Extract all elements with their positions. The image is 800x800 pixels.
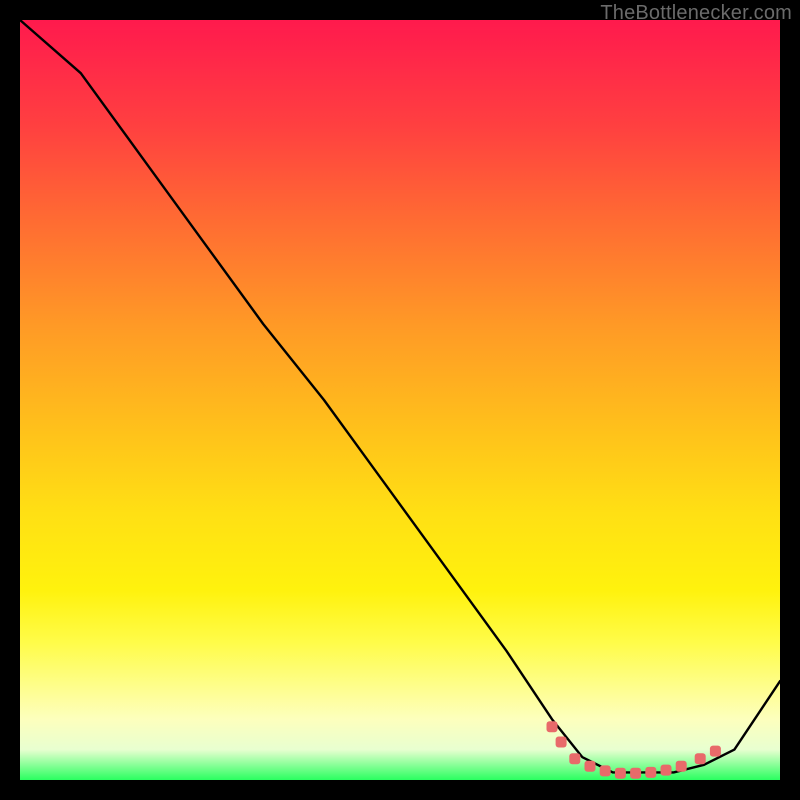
bottleneck-curve: [20, 20, 780, 772]
marker-point: [547, 721, 558, 732]
marker-point: [661, 765, 672, 776]
plot-area: [20, 20, 780, 780]
marker-point: [645, 767, 656, 778]
marker-point: [585, 761, 596, 772]
optimal-region-markers: [547, 721, 721, 778]
marker-point: [600, 765, 611, 776]
marker-point: [615, 768, 626, 779]
marker-point: [710, 746, 721, 757]
marker-point: [695, 753, 706, 764]
marker-point: [569, 753, 580, 764]
chart-stage: TheBottlenecker.com: [0, 0, 800, 800]
marker-point: [676, 761, 687, 772]
chart-svg: [20, 20, 780, 780]
marker-point: [630, 768, 641, 779]
marker-point: [556, 737, 567, 748]
